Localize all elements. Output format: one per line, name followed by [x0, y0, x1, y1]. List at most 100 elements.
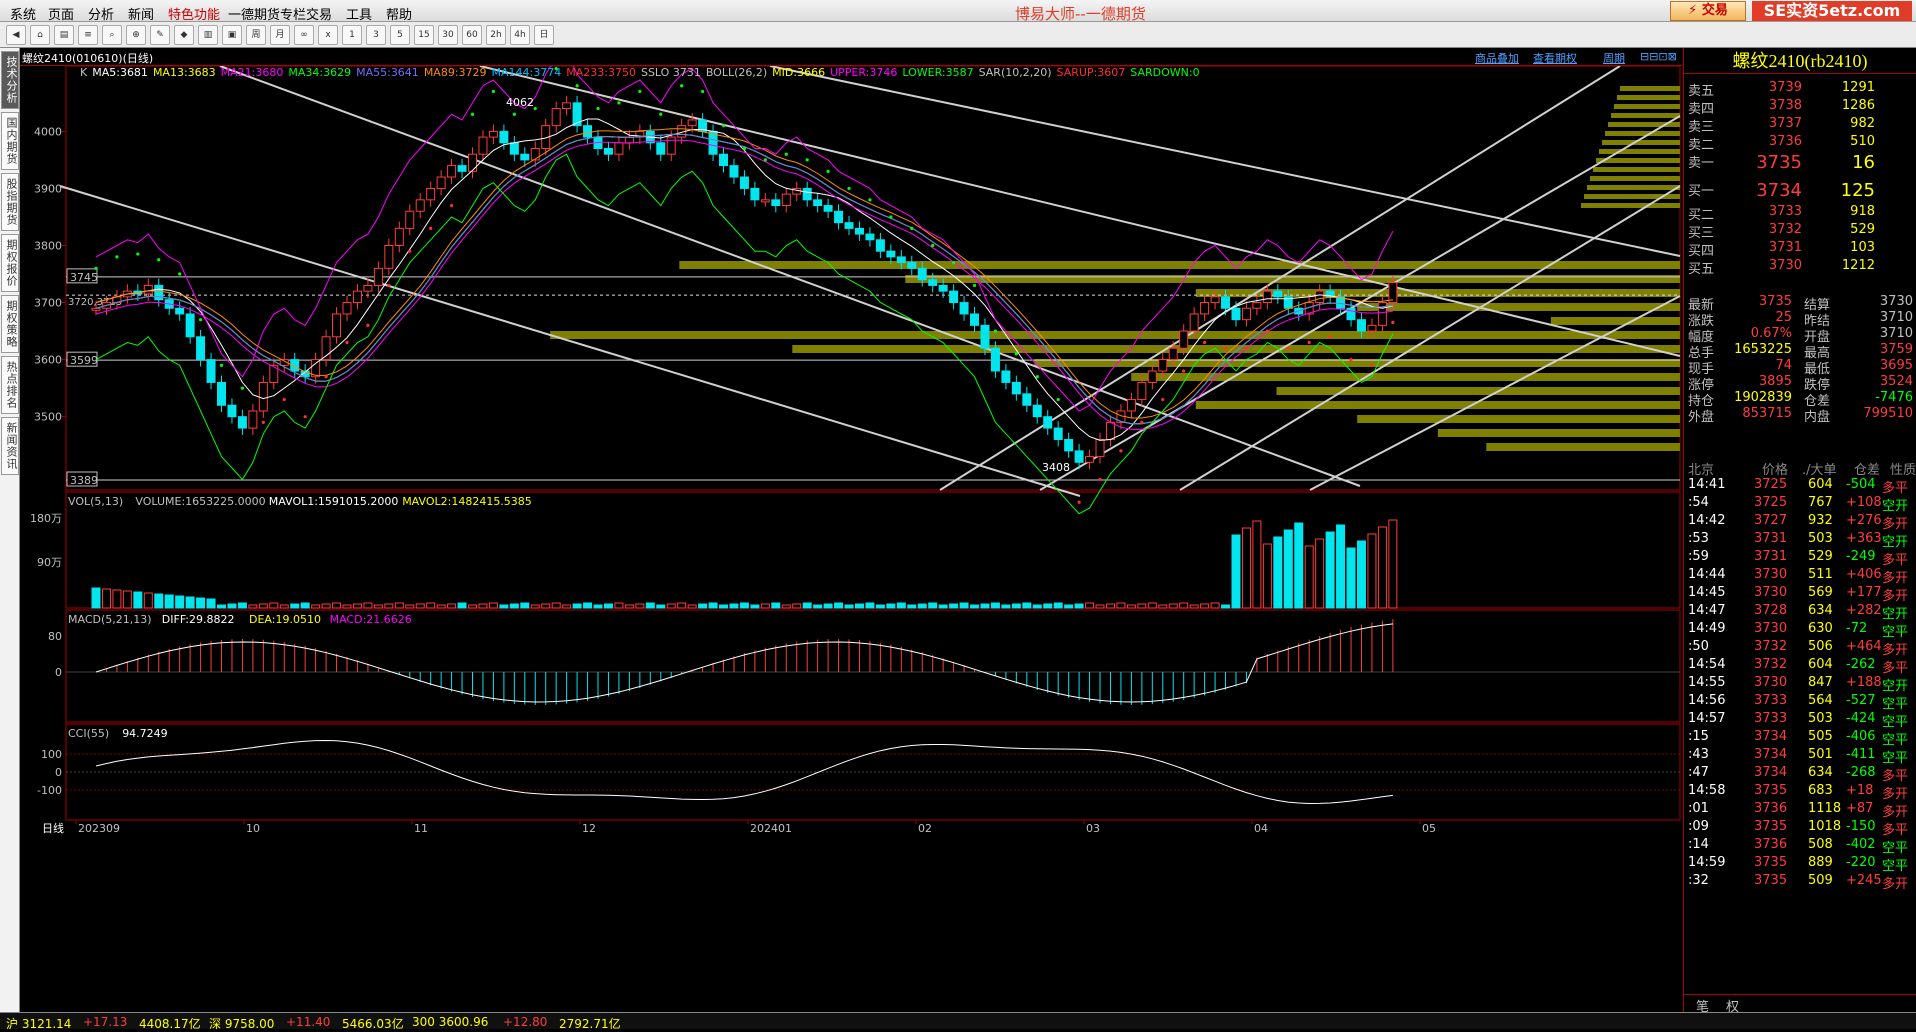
tick-row[interactable]: :32 3735 509 +245 多开 [1684, 870, 1916, 892]
sar-dot [889, 215, 893, 219]
sar-dot [1161, 397, 1165, 402]
period-button[interactable]: 2h [486, 25, 506, 45]
trade-button[interactable]: ⚡ 交易 [1670, 1, 1746, 21]
menu-page[interactable]: 页面 [48, 4, 74, 23]
period-button[interactable]: 30 [438, 25, 458, 45]
tick-time: :14 [1688, 837, 1709, 852]
back-icon[interactable]: ◀ [6, 25, 26, 45]
candle-body [1221, 296, 1231, 309]
menu-system[interactable]: 系统 [10, 4, 36, 23]
list-icon[interactable]: ≡ [78, 25, 98, 45]
sidebar-tab[interactable]: 期权策略 [1, 295, 19, 353]
period-button[interactable]: x [318, 25, 338, 45]
volume-bar [834, 602, 844, 609]
period-button[interactable]: 周 [246, 25, 266, 45]
sar-dot [178, 272, 182, 276]
box-icon[interactable]: ▣ [222, 25, 242, 45]
sidebar-tab[interactable]: 期权报价 [1, 234, 19, 292]
period-button[interactable]: 月 [270, 25, 290, 45]
kline-chart[interactable]: 4000390038003700360035003745359933893720… [20, 66, 1682, 1016]
sidebar-tab[interactable]: 技术分析 [1, 51, 19, 109]
period-button[interactable]: 1 [342, 25, 362, 45]
order-book-row[interactable]: 卖三 3737 982 [1684, 114, 1916, 135]
volume-bar [258, 603, 268, 609]
tick-icon[interactable]: ▥ [198, 25, 218, 45]
volume-profile-bar [1620, 86, 1680, 91]
order-book-row[interactable]: 卖五 3739 1291 [1684, 78, 1916, 99]
period-button[interactable]: 60 [462, 25, 482, 45]
order-book-row[interactable]: 买二 3733 918 [1684, 202, 1916, 223]
candle-body [865, 233, 875, 241]
home-icon[interactable]: ⌂ [30, 25, 50, 45]
menu-yide-column[interactable]: 一德期货专栏 [228, 4, 306, 23]
price-box-label: 3389 [70, 474, 98, 487]
menu-tools[interactable]: 工具 [346, 4, 372, 23]
tick-time: 14:59 [1688, 855, 1726, 870]
candle-body [760, 199, 770, 203]
volume-bar [332, 602, 342, 609]
order-book-row[interactable]: 卖四 3738 1286 [1684, 96, 1916, 117]
sar-dot [847, 186, 851, 191]
menu-news[interactable]: 新闻 [128, 4, 154, 23]
order-book-row[interactable]: 卖一 3735 16 [1684, 150, 1916, 173]
volume-bar [1273, 536, 1283, 609]
volume-profile-bar [1581, 203, 1680, 208]
stat-value: 3695 [1879, 358, 1913, 373]
tick-price: 3732 [1754, 657, 1788, 672]
volume-bar [917, 603, 927, 609]
period-button[interactable]: ∞ [294, 25, 314, 45]
volume-bar [1336, 524, 1346, 609]
candle-body [468, 153, 478, 172]
order-book-row[interactable]: 买三 3732 529 [1684, 220, 1916, 241]
sar-dot [324, 375, 328, 379]
level-volume: 982 [1850, 116, 1875, 131]
quote-panel: 螺纹2410(rb2410) 卖五 3739 1291 卖四 3738 1286 卖三 373… [1683, 48, 1916, 1015]
candle-body [938, 284, 948, 292]
candle-body [457, 165, 467, 172]
sidebar-tab[interactable]: 热点排名 [1, 356, 19, 414]
order-book-row[interactable]: 卖二 3736 510 [1684, 132, 1916, 153]
zoom-icon[interactable]: ⊕ [126, 25, 146, 45]
period-button[interactable]: 3 [366, 25, 386, 45]
period-link[interactable]: 周期 [1603, 50, 1625, 66]
sidebar-tab[interactable]: 国内期货 [1, 112, 19, 170]
period-button[interactable]: 15 [414, 25, 434, 45]
period-button[interactable]: 日 [534, 25, 554, 45]
order-book-row[interactable]: 买四 3731 103 [1684, 238, 1916, 259]
level-label: 卖一 [1688, 156, 1715, 171]
volume-bar [185, 596, 195, 609]
sidebar-tab[interactable]: 新闻资讯 [1, 417, 19, 475]
tick-volume: 511 [1808, 567, 1833, 582]
period-button[interactable]: 5 [390, 25, 410, 45]
sar-dot [1035, 375, 1039, 379]
menu-help[interactable]: 帮助 [386, 4, 412, 23]
volume-bar [1179, 602, 1189, 609]
sar-dot [1077, 500, 1081, 504]
candle-body [237, 416, 247, 429]
view-options-link[interactable]: 查看期权 [1533, 50, 1577, 66]
level-price: 3735 [1756, 152, 1802, 173]
volume-bar [1241, 527, 1251, 609]
pencil-icon[interactable]: ✎ [150, 25, 170, 45]
order-book-row[interactable]: 买五 3730 1212 [1684, 256, 1916, 277]
candle-body [886, 250, 896, 258]
overlay-link[interactable]: 商品叠加 [1475, 50, 1519, 66]
cci-axis-label: 0 [55, 766, 62, 779]
volume-bar [823, 603, 833, 609]
candle-body [217, 381, 227, 406]
menu-features[interactable]: 特色功能 [168, 4, 220, 23]
sar-dot [512, 112, 516, 116]
menu-trade[interactable]: 交易 [306, 4, 332, 23]
draw-icon[interactable]: ◆ [174, 25, 194, 45]
sidebar-tab[interactable]: 股指期货 [1, 173, 19, 231]
period-button[interactable]: 4h [510, 25, 530, 45]
menu-analysis[interactable]: 分析 [88, 4, 114, 23]
chart-icon[interactable]: ▤ [54, 25, 74, 45]
candle-body [405, 210, 415, 229]
order-book-row[interactable]: 买一 3734 125 [1684, 178, 1916, 201]
window-controls-icon[interactable]: ⊟⊟⊡⊠ [1640, 50, 1677, 63]
vol-axis-label: 90万 [37, 556, 62, 569]
status-item: 4408.17亿 [139, 1017, 201, 1031]
search-icon[interactable]: ⌕ [102, 25, 122, 45]
candle-body [875, 239, 885, 252]
